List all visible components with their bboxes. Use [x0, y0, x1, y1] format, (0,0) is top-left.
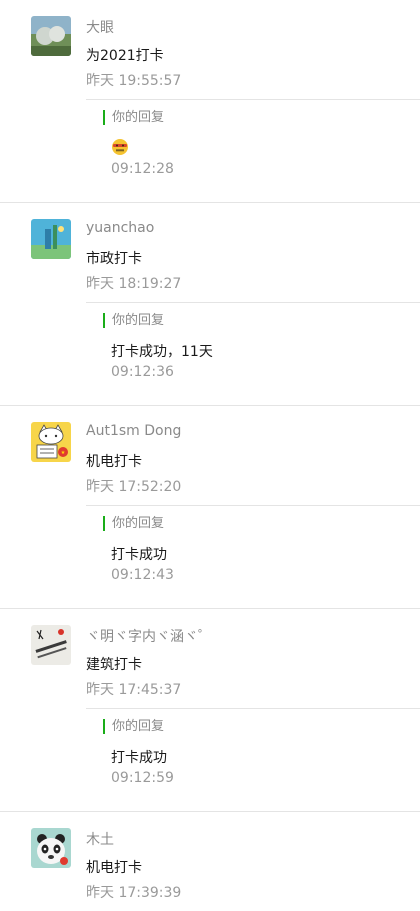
comment-item: ヾ明ヾ字内ヾ涵ヾ゜ 建筑打卡 昨天 17:45:37 你的回复 打卡成功 09:… — [0, 609, 420, 812]
reply-block: 你的回复 打卡成功，11天 09:12:36 — [86, 302, 420, 393]
reply-label: 你的回复 — [103, 313, 164, 328]
comment-text: 建筑打卡 — [86, 657, 142, 673]
commenter-name[interactable]: Aut1sm Dong — [86, 423, 181, 439]
comment-time: 昨天 17:39:39 — [86, 885, 182, 901]
reply-label: 你的回复 — [103, 110, 164, 125]
reply-label: 你的回复 — [103, 516, 164, 531]
reply-time: 09:12:59 — [111, 770, 174, 786]
comment-text: 市政打卡 — [86, 251, 142, 267]
reply-time: 09:12:36 — [111, 364, 174, 380]
avatar[interactable] — [31, 16, 71, 56]
comment-text: 机电打卡 — [86, 454, 142, 470]
avatar[interactable]: ★ — [31, 422, 71, 462]
comment-item: ★ Aut1sm Dong 机电打卡 昨天 17:52:20 你的回复 打卡成功… — [0, 406, 420, 609]
comment-time: 昨天 18:19:27 — [86, 276, 182, 292]
commenter-name[interactable]: ヾ明ヾ字内ヾ涵ヾ゜ — [86, 626, 212, 646]
commenter-name[interactable]: 大眼 — [86, 17, 114, 37]
comment-text: 机电打卡 — [86, 860, 142, 876]
svg-text:★: ★ — [61, 450, 66, 456]
reply-text — [111, 138, 129, 156]
avatar-calligraphy-image — [31, 625, 71, 665]
comment-item: 大眼 为2021打卡 昨天 19:55:57 你的回复 09:12:28 — [0, 0, 420, 203]
reply-block: 你的回复 打卡成功 09:12:43 — [86, 505, 420, 596]
comment-item: yuanchao 市政打卡 昨天 18:19:27 你的回复 打卡成功，11天 … — [0, 203, 420, 406]
reply-text: 打卡成功，11天 — [111, 344, 213, 360]
comment-time: 昨天 17:52:20 — [86, 479, 182, 495]
avatar[interactable] — [31, 625, 71, 665]
comment-time: 昨天 19:55:57 — [86, 73, 182, 89]
reply-label: 你的回复 — [103, 719, 164, 734]
avatar-panda-image — [31, 828, 71, 868]
comment-time: 昨天 17:45:37 — [86, 682, 182, 698]
reply-block: 你的回复 打卡成功 09:12:59 — [86, 708, 420, 799]
avatar-landscape-image — [31, 16, 71, 56]
comment-text: 为2021打卡 — [86, 48, 164, 64]
avatar-cat-sticker-image: ★ — [31, 422, 71, 462]
reply-text: 打卡成功 — [111, 750, 167, 766]
avatar[interactable] — [31, 828, 71, 868]
reply-time: 09:12:43 — [111, 567, 174, 583]
reply-time: 09:12:28 — [111, 161, 174, 177]
avatar[interactable] — [31, 219, 71, 259]
comment-item: 木土 机电打卡 昨天 17:39:39 — [0, 812, 420, 911]
reply-text: 打卡成功 — [111, 547, 167, 563]
commenter-name[interactable]: yuanchao — [86, 220, 154, 236]
commenter-name[interactable]: 木土 — [86, 829, 114, 849]
avatar-cartoon-image — [31, 219, 71, 259]
reply-block: 你的回复 09:12:28 — [86, 99, 420, 190]
zipper-mouth-face-icon — [112, 139, 128, 155]
